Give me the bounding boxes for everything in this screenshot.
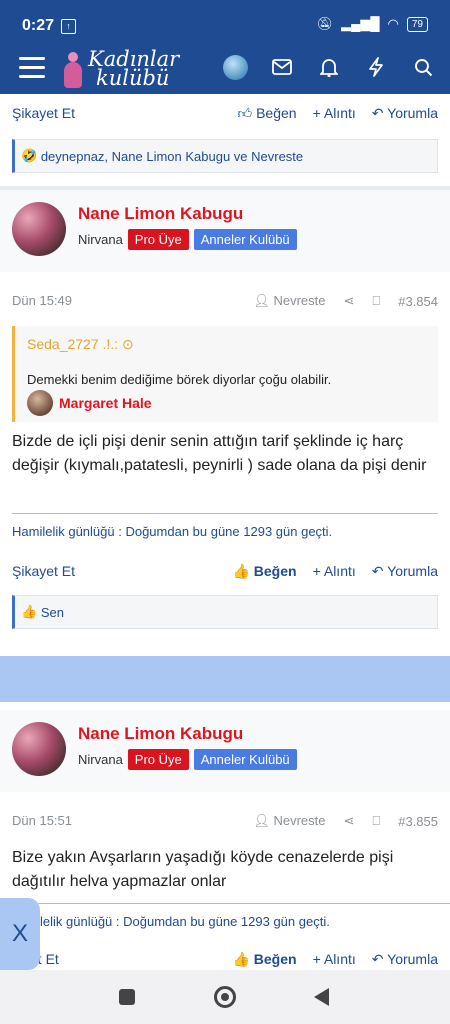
post-meta: Dün 15:49 👤︎ Nevreste ⋖ ⎕ #3.854	[0, 282, 450, 318]
post-partial: Şikayet Et 👍︎ Beğen + Alıntı ↶ Yorumla 🤣…	[0, 94, 450, 186]
bell-icon[interactable]	[316, 54, 342, 80]
user-icon: 👤︎	[253, 293, 270, 308]
envelope-icon[interactable]	[269, 54, 295, 80]
quote-author: Seda_2727 .!.:	[27, 336, 119, 352]
author-name[interactable]: Nane Limon Kabugu	[78, 724, 243, 744]
quote-button[interactable]: + Alıntı	[313, 105, 356, 122]
bolt-icon[interactable]	[363, 54, 389, 80]
status-bar: 0:27 ↑ 🔕︎ ▂▄▆█ ◠ 79	[0, 0, 450, 44]
author-name[interactable]: Nane Limon Kabugu	[78, 204, 243, 224]
quote-label: Alıntı	[323, 105, 356, 121]
quote-block: Seda_2727 .!.: ⊙ Demekki benim dediğime …	[12, 326, 438, 422]
quote-button[interactable]: + Alıntı	[313, 563, 356, 580]
mention-user[interactable]: 👤︎ Nevreste	[253, 813, 325, 829]
status-time: 0:27	[22, 17, 55, 34]
quote-user-avatar	[27, 390, 53, 416]
home-button[interactable]	[214, 986, 236, 1008]
reaction-summary[interactable]: 👍 Sen	[12, 595, 438, 629]
post-meta: Dün 15:51 👤︎ Nevreste ⋖ ⎕ #3.855	[0, 802, 450, 838]
logo-line2: kulübü	[96, 66, 170, 90]
like-label: Beğen	[253, 951, 297, 967]
reply-button[interactable]: ↶ Yorumla	[372, 105, 438, 122]
post-actions: Şikayet Et 👍 Beğen + Alıntı ↶ Yorumla	[0, 553, 450, 589]
like-button[interactable]: 👍 Beğen	[232, 563, 296, 580]
like-label: Beğen	[253, 563, 297, 579]
post-3855: Nane Limon Kabugu Nirvana Pro Üye Annele…	[0, 710, 450, 970]
mention-label: Nevreste	[273, 813, 326, 828]
up-arrow-icon: ⊙	[121, 336, 134, 352]
club-badge: Anneler Kulübü	[193, 749, 297, 770]
mute-icon: 🔕︎	[316, 16, 334, 31]
post-date[interactable]: Dün 15:51	[12, 813, 72, 828]
wifi-icon: ◠	[387, 16, 399, 31]
complain-link[interactable]: Şikayet Et	[12, 563, 75, 579]
post-number[interactable]: #3.854	[398, 294, 438, 309]
top-nav: Kadınlar kulübü	[0, 44, 450, 94]
post-body: Bizde de içli pişi denir senin attığın t…	[12, 433, 427, 474]
reaction-users: Sen	[40, 604, 64, 620]
post-signature: lelik günlüğü : Doğumdan bu güne 1293 gü…	[12, 903, 450, 929]
mention-user[interactable]: 👤︎ Nevreste	[253, 293, 325, 309]
like-button[interactable]: 👍 Beğen	[232, 951, 296, 968]
quote-label: Alıntı	[323, 563, 356, 579]
signal-icon: ▂▄▆█	[341, 16, 380, 31]
system-nav-bar	[0, 970, 450, 1024]
post-header: Nane Limon Kabugu Nirvana Pro Üye Annele…	[0, 710, 450, 792]
close-ad-button[interactable]: X	[0, 898, 40, 970]
reply-label: Yorumla	[387, 105, 438, 121]
quote-user-name: Margaret Hale	[59, 395, 152, 411]
quote-label: Alıntı	[323, 951, 356, 967]
post-signature: Hamilelik günlüğü : Doğumdan bu güne 129…	[12, 513, 438, 539]
share-icon[interactable]: ⋖	[344, 813, 355, 829]
mention-label: Nevreste	[273, 293, 326, 308]
club-badge: Anneler Kulübü	[193, 229, 297, 250]
bookmark-icon[interactable]: ⎕	[372, 293, 380, 309]
reply-button[interactable]: ↶ Yorumla	[372, 563, 438, 580]
site-logo[interactable]: Kadınlar kulübü	[62, 48, 179, 90]
author-avatar[interactable]	[12, 722, 66, 776]
logo-figure-icon	[62, 50, 84, 88]
reaction-summary[interactable]: 🤣 deynepnaz, Nane Limon Kabugu ve Nevres…	[12, 139, 438, 173]
battery-icon: 79	[406, 16, 428, 32]
like-label: Beğen	[256, 105, 297, 121]
quote-source[interactable]: Seda_2727 .!.: ⊙	[27, 336, 134, 353]
search-icon[interactable]	[410, 54, 436, 80]
post-date[interactable]: Dün 15:49	[12, 293, 72, 308]
upload-icon: ↑	[61, 19, 76, 34]
bookmark-icon[interactable]: ⎕	[372, 813, 380, 829]
post-number[interactable]: #3.855	[398, 814, 438, 829]
user-avatar[interactable]	[222, 54, 248, 80]
reply-label: Yorumla	[387, 951, 438, 967]
recents-button[interactable]	[119, 989, 135, 1005]
quote-user[interactable]: Margaret Hale	[27, 390, 152, 416]
thumbs-up-icon: 👍	[21, 604, 38, 619]
ad-spacer	[0, 656, 450, 702]
thread-content: Şikayet Et 👍︎ Beğen + Alıntı ↶ Yorumla 🤣…	[0, 94, 450, 970]
quote-button[interactable]: + Alıntı	[313, 951, 356, 968]
back-button[interactable]	[314, 988, 329, 1006]
post-header: Nane Limon Kabugu Nirvana Pro Üye Annele…	[0, 190, 450, 272]
author-rank: Nirvana	[78, 232, 123, 247]
user-icon: 👤︎	[253, 813, 270, 828]
share-icon[interactable]: ⋖	[344, 293, 355, 309]
like-button[interactable]: 👍︎ Beğen	[238, 105, 297, 122]
reaction-users: deynepnaz, Nane Limon Kabugu ve Nevreste	[40, 148, 304, 164]
status-icons: 🔕︎ ▂▄▆█ ◠ 79	[317, 16, 428, 32]
author-avatar[interactable]	[12, 202, 66, 256]
pro-badge: Pro Üye	[127, 749, 189, 770]
complain-link[interactable]: Şikayet Et	[12, 105, 75, 121]
laugh-emoji-icon: 🤣	[21, 148, 38, 163]
post-body: Bize yakın Avşarların yaşadığı köyde cen…	[12, 849, 394, 890]
author-rank: Nirvana	[78, 752, 123, 767]
post-actions: et Et 👍 Beğen + Alıntı ↶ Yorumla	[0, 941, 450, 970]
quote-text: Demekki benim dediğime börek diyorlar ço…	[27, 372, 332, 387]
menu-icon[interactable]	[19, 57, 45, 79]
reply-button[interactable]: ↶ Yorumla	[372, 951, 438, 968]
reply-label: Yorumla	[387, 563, 438, 579]
pro-badge: Pro Üye	[127, 229, 189, 250]
post-actions: Şikayet Et 👍︎ Beğen + Alıntı ↶ Yorumla	[0, 95, 450, 131]
